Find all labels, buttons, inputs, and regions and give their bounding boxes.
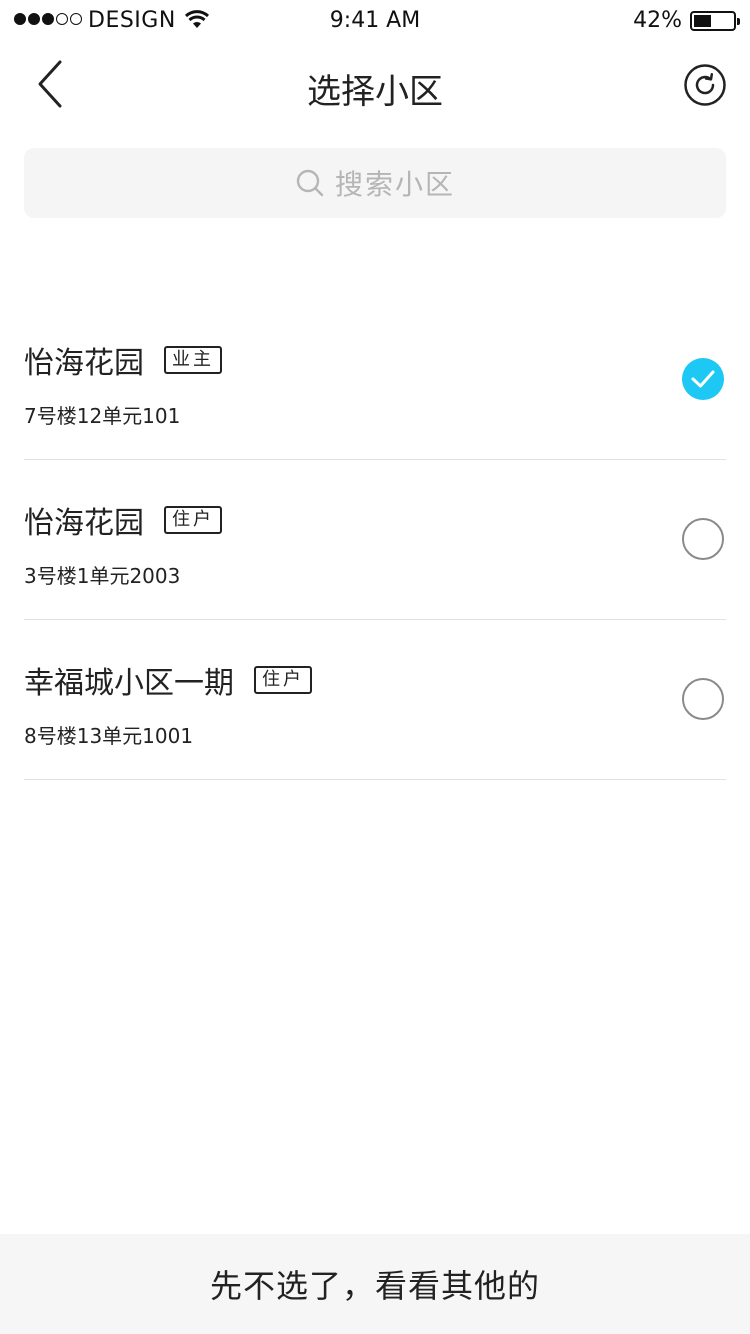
role-badge: 业主 (164, 346, 222, 374)
search-placeholder: 搜索小区 (334, 168, 455, 201)
role-badge: 住户 (254, 666, 312, 694)
community-item[interactable]: 怡海花园 业主 7号楼12单元101 (24, 300, 726, 460)
search-icon (296, 169, 324, 197)
unselected-radio[interactable] (682, 518, 724, 560)
unselected-radio[interactable] (682, 678, 724, 720)
battery-icon (690, 11, 740, 31)
community-list: 怡海花园 业主 7号楼12单元101 怡海花园 住户 3号楼1单元2003 幸福… (24, 300, 726, 780)
community-item[interactable]: 幸福城小区一期 住户 8号楼13单元1001 (24, 620, 726, 780)
community-name: 怡海花园 (24, 506, 144, 541)
unit-address: 8号楼13单元1001 (24, 724, 194, 748)
role-badge: 住户 (164, 506, 222, 534)
refresh-button[interactable] (682, 62, 728, 108)
unit-address: 3号楼1单元2003 (24, 564, 181, 588)
skip-selection-label: 先不选了，看看其他的 (209, 1267, 540, 1305)
refresh-icon (684, 64, 726, 106)
community-name: 怡海花园 (24, 346, 144, 381)
status-bar: DESIGN 9:41 AM 42% (0, 0, 750, 40)
search-bar[interactable]: 搜索小区 (24, 148, 726, 218)
page-title: 选择小区 (307, 72, 443, 112)
community-item[interactable]: 怡海花园 住户 3号楼1单元2003 (24, 460, 726, 620)
check-icon (691, 370, 715, 388)
unit-address: 7号楼12单元101 (24, 404, 181, 428)
skip-selection-button[interactable]: 先不选了，看看其他的 (0, 1234, 750, 1334)
selected-radio[interactable] (682, 358, 724, 400)
navigation-bar: 选择小区 (0, 40, 750, 130)
community-name: 幸福城小区一期 (24, 666, 234, 701)
battery-percent: 42% (633, 8, 682, 33)
